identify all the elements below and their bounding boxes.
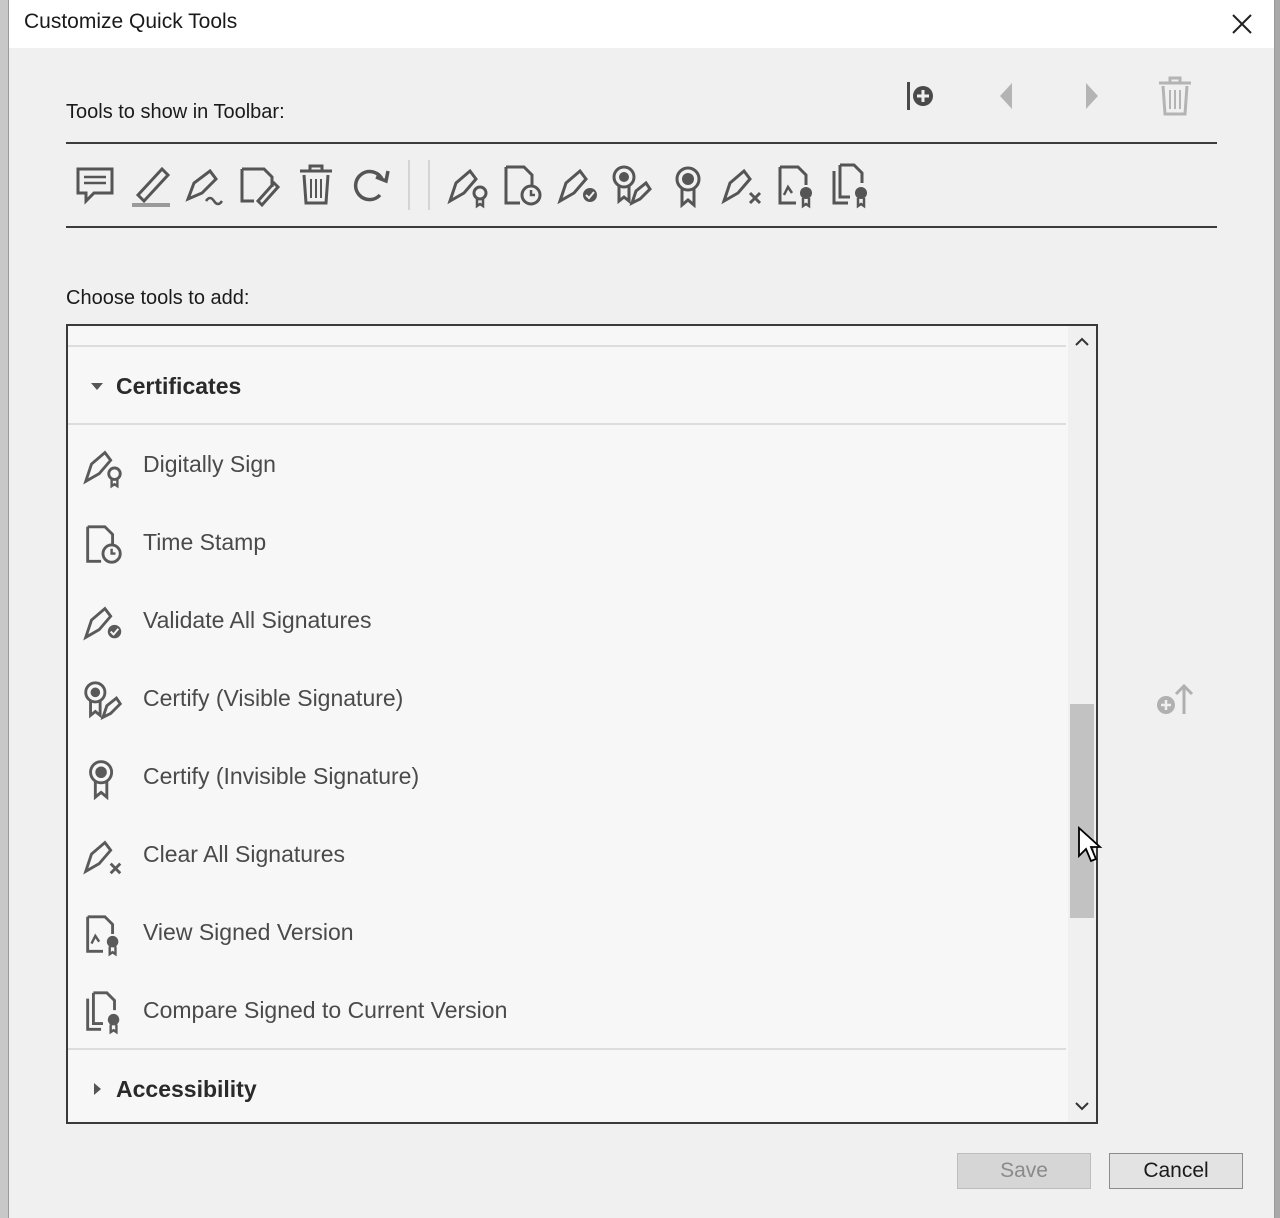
move-left-button[interactable] <box>987 74 1027 118</box>
toolbar-tool-view-signed[interactable] <box>772 161 820 209</box>
edit-tag-icon <box>240 167 281 208</box>
toolbar-tool-certify-visible[interactable] <box>608 161 656 209</box>
view-signed-version-icon <box>778 165 812 209</box>
caret-right-icon <box>94 1083 101 1095</box>
toolbar-tool-delete[interactable] <box>292 161 340 209</box>
toolbar-tools-strip <box>66 142 1217 228</box>
scrollbar-thumb[interactable] <box>1070 704 1094 918</box>
clear-signatures-icon <box>83 840 122 875</box>
triangle-left-icon <box>1000 83 1012 109</box>
list-item-view-signed-version[interactable]: View Signed Version <box>68 895 1066 973</box>
toolbar-tool-edit[interactable] <box>234 161 282 209</box>
toolbar-tool-clear-signatures[interactable] <box>718 161 766 209</box>
certify-visible-icon <box>84 681 123 721</box>
compare-signed-icon <box>832 163 867 209</box>
list-item-label: View Signed Version <box>143 919 354 945</box>
toolbar-tool-certify-invisible[interactable] <box>664 161 712 209</box>
chevron-up-icon[interactable] <box>1072 332 1092 352</box>
close-icon <box>1232 14 1252 34</box>
delete-tool-button[interactable] <box>1155 74 1195 118</box>
background-window-edge <box>0 0 8 1218</box>
customize-quick-tools-dialog: Customize Quick Tools Tools to show in T… <box>8 0 1275 1218</box>
list-divider <box>68 1048 1066 1050</box>
list-item-validate-all-signatures[interactable]: Validate All Signatures <box>68 583 1066 661</box>
toolbar-tool-sign[interactable] <box>180 161 228 209</box>
tools-list: Certificates Digitally Sign Time Stamp V… <box>68 326 1068 1122</box>
list-item-compare-signed[interactable]: Compare Signed to Current Version <box>68 973 1066 1051</box>
tools-list-box: Certificates Digitally Sign Time Stamp V… <box>66 324 1098 1124</box>
list-item-label: Compare Signed to Current Version <box>143 997 508 1023</box>
toolbar-separator <box>408 160 410 210</box>
category-accessibility[interactable]: Accessibility <box>68 1060 1066 1120</box>
digitally-sign-icon <box>83 450 122 489</box>
list-item-certify-visible[interactable]: Certify (Visible Signature) <box>68 661 1066 739</box>
add-separator-button[interactable] <box>901 74 941 118</box>
list-item-label: Certify (Visible Signature) <box>143 685 404 711</box>
title-bar: Customize Quick Tools <box>9 0 1274 48</box>
mouse-pointer-icon <box>1078 826 1103 863</box>
move-right-button[interactable] <box>1071 74 1111 118</box>
list-item-label: Digitally Sign <box>143 451 276 477</box>
list-item-label: Time Stamp <box>143 529 267 555</box>
compare-signed-icon <box>86 991 120 1035</box>
certify-invisible-icon <box>675 166 701 209</box>
toolbar-tool-validate[interactable] <box>554 161 602 209</box>
cancel-button[interactable]: Cancel <box>1109 1153 1243 1189</box>
view-signed-version-icon <box>86 915 119 957</box>
redo-icon <box>353 169 390 202</box>
caret-down-icon <box>91 383 103 390</box>
list-scrollbar[interactable] <box>1068 326 1096 1122</box>
choose-section-label: Choose tools to add: <box>66 287 250 309</box>
toolbar-tool-comment[interactable] <box>72 161 120 209</box>
add-to-toolbar-icon <box>1157 683 1194 714</box>
highlight-pen-icon <box>132 166 171 207</box>
list-divider <box>68 423 1066 425</box>
category-label: Accessibility <box>116 1076 257 1102</box>
add-to-toolbar-button[interactable] <box>1154 678 1200 722</box>
toolbar-section-label: Tools to show in Toolbar: <box>66 101 285 123</box>
list-divider <box>68 345 1066 347</box>
toolbar-tool-compare-signed[interactable] <box>826 161 874 209</box>
chevron-down-icon[interactable] <box>1072 1096 1092 1116</box>
validate-signatures-icon <box>83 606 122 641</box>
sign-pen-icon <box>185 168 224 206</box>
category-certificates[interactable]: Certificates <box>68 357 1066 417</box>
list-item-digitally-sign[interactable]: Digitally Sign <box>68 427 1066 505</box>
clear-signatures-icon <box>721 168 762 205</box>
list-item-clear-all-signatures[interactable]: Clear All Signatures <box>68 817 1066 895</box>
list-item-certify-invisible[interactable]: Certify (Invisible Signature) <box>68 739 1066 817</box>
list-item-label: Certify (Invisible Signature) <box>143 763 420 789</box>
trash-icon <box>300 164 332 205</box>
close-button[interactable] <box>1224 6 1260 42</box>
dialog-title: Customize Quick Tools <box>24 10 238 33</box>
save-button[interactable]: Save <box>957 1153 1091 1189</box>
certify-invisible-icon <box>89 760 114 801</box>
category-label: Certificates <box>116 373 242 399</box>
toolbar-tool-time-stamp[interactable] <box>498 161 546 209</box>
toolbar-tool-highlight[interactable] <box>126 161 174 209</box>
add-separator-icon <box>907 82 933 110</box>
certify-visible-icon <box>612 165 652 206</box>
digitally-sign-icon <box>447 168 488 209</box>
list-item-label: Clear All Signatures <box>143 841 345 867</box>
time-stamp-icon <box>504 165 542 206</box>
toolbar-separator <box>428 160 430 210</box>
toolbar-tool-digitally-sign[interactable] <box>444 161 492 209</box>
list-item-time-stamp[interactable]: Time Stamp <box>68 505 1066 583</box>
time-stamp-icon <box>86 525 122 564</box>
validate-signatures-icon <box>557 168 597 205</box>
triangle-right-icon <box>1086 83 1098 109</box>
toolbar-tool-redo[interactable] <box>346 161 394 209</box>
list-item-label: Validate All Signatures <box>143 607 372 633</box>
comment-icon <box>76 167 114 205</box>
trash-icon <box>1159 76 1191 116</box>
